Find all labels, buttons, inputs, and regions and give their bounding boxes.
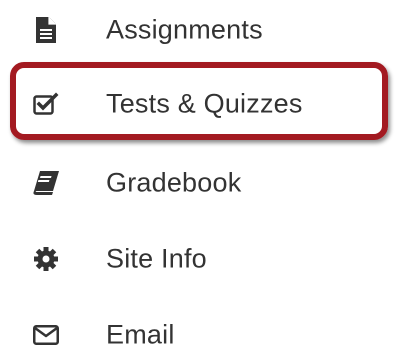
document-icon — [30, 14, 62, 46]
menu-item-tests-quizzes[interactable]: Tests & Quizzes — [0, 74, 402, 134]
menu-item-gradebook[interactable]: Gradebook — [0, 153, 402, 213]
menu-item-assignments[interactable]: Assignments — [0, 0, 402, 60]
menu-item-label: Gradebook — [106, 167, 242, 198]
menu-item-site-info[interactable]: Site Info — [0, 229, 402, 289]
menu-item-label: Assignments — [106, 14, 263, 45]
menu-item-label: Tests & Quizzes — [106, 88, 303, 119]
menu-item-email[interactable]: Email — [0, 305, 402, 351]
gear-icon — [30, 243, 62, 275]
tool-menu: Assignments Tests & Quizzes Gradebook Si… — [0, 0, 402, 351]
envelope-icon — [30, 319, 62, 351]
menu-item-label: Site Info — [106, 243, 207, 274]
book-icon — [30, 167, 62, 199]
menu-item-label: Email — [106, 319, 175, 350]
checkbox-checked-icon — [30, 88, 62, 120]
